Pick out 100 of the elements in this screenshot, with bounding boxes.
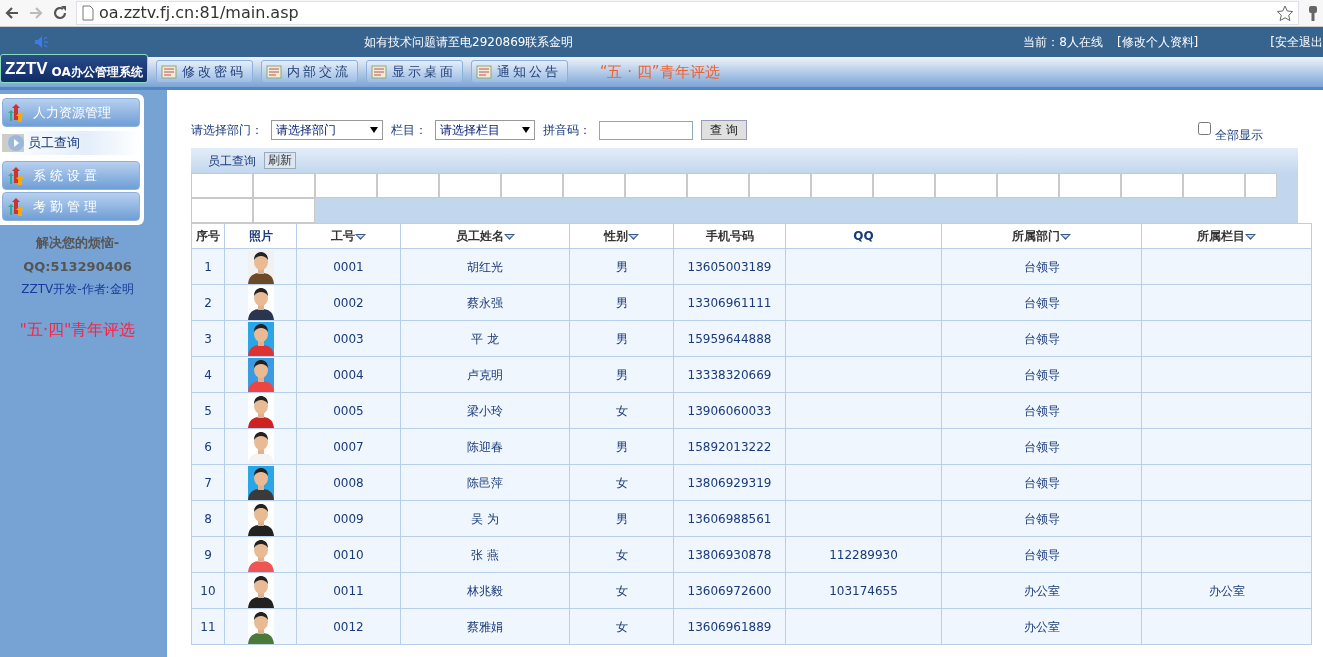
column-select[interactable]: 请选择栏目 — [435, 120, 535, 140]
table-cell: 0004 — [296, 356, 401, 393]
table-cell: 台领导 — [941, 392, 1142, 429]
grid-cell — [439, 173, 501, 198]
header-link[interactable]: [修改个人资料] — [1116, 33, 1199, 51]
table-cell: 103174655 — [785, 572, 942, 609]
table-cell: 台领导 — [941, 248, 1142, 285]
table-cell: 平 龙 — [400, 320, 570, 357]
grid-cell — [377, 173, 439, 198]
table-cell: 男 — [569, 428, 674, 465]
table-cell: 台领导 — [941, 500, 1142, 537]
arrows-icon — [7, 103, 25, 122]
table-cell: 13606961889 — [673, 608, 786, 645]
grid-cell — [501, 173, 563, 198]
table-cell: 0001 — [296, 248, 401, 285]
table-cell: 林兆毅 — [400, 572, 570, 609]
arrows-icon — [7, 197, 25, 216]
grid-cell — [873, 173, 935, 198]
search-button[interactable]: 查 询 — [701, 120, 747, 140]
toolbar-tab[interactable]: 修改密码 — [155, 59, 253, 83]
grid-cell — [191, 198, 253, 223]
table-cell: 8 — [191, 500, 225, 537]
pinyin-field[interactable] — [599, 120, 693, 140]
key-icon[interactable] — [1307, 4, 1319, 22]
refresh-button[interactable]: 刷新 — [264, 152, 296, 169]
table-cell: 陈邑萍 — [400, 464, 570, 501]
toolbar-tab[interactable]: 通知公告 — [470, 59, 568, 83]
table-cell: 0008 — [296, 464, 401, 501]
grid-cell — [1245, 173, 1277, 198]
checkbox-label[interactable]: 全部显示 — [1215, 126, 1263, 144]
table-cell: 0003 — [296, 320, 401, 357]
table-cell: 4 — [191, 356, 225, 393]
table-cell: 5 — [191, 392, 225, 429]
table-cell: 0007 — [296, 428, 401, 465]
table-cell: 13605003189 — [673, 248, 786, 285]
grid-cell — [687, 173, 749, 198]
grid-cell — [253, 198, 315, 223]
table-cell: 3 — [191, 320, 225, 357]
header-link[interactable]: [安全退出 — [1270, 33, 1323, 51]
toolbar-tab[interactable]: 内部交流 — [260, 59, 358, 83]
dept-select[interactable]: 请选择部门 — [271, 120, 383, 140]
sort-icon[interactable] — [503, 232, 515, 241]
table-cell: 台领导 — [941, 320, 1142, 357]
table-cell: 台领导 — [941, 428, 1142, 465]
table-cell: 13806930878 — [673, 536, 786, 573]
notepad-icon — [474, 62, 493, 81]
notepad-icon — [159, 62, 178, 81]
table-cell: 0012 — [296, 608, 401, 645]
table-cell: 7 — [191, 464, 225, 501]
column-header: 工号 — [296, 223, 401, 249]
table-cell: 男 — [569, 320, 674, 357]
show-all-checkbox[interactable] — [1198, 122, 1211, 135]
table-cell: 女 — [569, 536, 674, 573]
table-cell: 男 — [569, 248, 674, 285]
table-cell: 112289930 — [785, 536, 942, 573]
column-header: 性别 — [569, 223, 674, 249]
table-cell: 2 — [191, 284, 225, 321]
reload-icon[interactable] — [52, 5, 68, 21]
column-header: 手机号码 — [673, 223, 786, 249]
table-cell: 10 — [191, 572, 225, 609]
sort-icon[interactable] — [1060, 232, 1071, 241]
grid-cell — [191, 173, 253, 198]
table-cell: 台领导 — [941, 284, 1142, 321]
grid-cell — [563, 173, 625, 198]
table-cell: 梁小玲 — [400, 392, 570, 429]
table-cell: 办公室 — [941, 572, 1142, 609]
table-cell: 女 — [569, 464, 674, 501]
table-cell: 台领导 — [941, 464, 1142, 501]
table-cell: 1 — [191, 248, 225, 285]
table-cell: 0010 — [296, 536, 401, 573]
table-cell: 张 燕 — [400, 536, 570, 573]
column-header: 照片 — [224, 223, 297, 249]
grid-cell — [811, 173, 873, 198]
sort-icon[interactable] — [1245, 232, 1256, 241]
online-count: 当前：8人在线 — [1023, 34, 1103, 51]
table-cell: 办公室 — [1141, 572, 1312, 609]
table-cell: 男 — [569, 500, 674, 537]
toolbar-title: 员工查询 — [208, 152, 256, 170]
table-cell: 13606972600 — [673, 572, 786, 609]
column-header: 所属栏目 — [1141, 223, 1312, 249]
grid-cell — [749, 173, 811, 198]
table-cell: 女 — [569, 608, 674, 645]
sort-icon[interactable] — [355, 232, 366, 241]
table-cell: 台领导 — [941, 536, 1142, 573]
info-text: QQ:513290406 — [23, 257, 132, 276]
back-icon[interactable] — [4, 5, 20, 21]
toolbar-tab[interactable]: 显示桌面 — [365, 59, 463, 83]
table-cell: 女 — [569, 572, 674, 609]
table-cell: 11 — [191, 608, 225, 645]
table-cell: 卢克明 — [400, 356, 570, 393]
table-cell: 0002 — [296, 284, 401, 321]
notepad-icon — [369, 62, 388, 81]
dropdown-icon — [370, 127, 378, 133]
table-cell: 陈迎春 — [400, 428, 570, 465]
sort-icon[interactable] — [628, 232, 639, 241]
table-cell: 13806929319 — [673, 464, 786, 501]
dropdown-icon — [522, 127, 530, 133]
info-text: ZZTV开发-作者:金明 — [21, 281, 134, 298]
field-label: 拼音码： — [543, 122, 591, 139]
table-cell: 吴 为 — [400, 500, 570, 537]
